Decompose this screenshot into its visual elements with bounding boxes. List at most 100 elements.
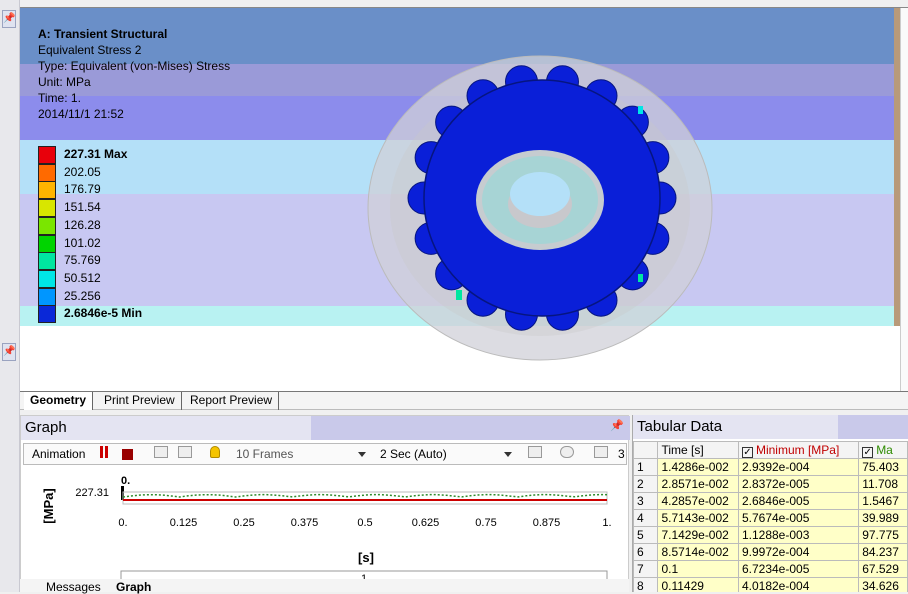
pin-icon[interactable]: 📌 [2,10,16,28]
legend-swatch [38,146,56,164]
table-cell[interactable]: 0.1 [657,560,739,578]
table-row[interactable]: 6 8.5714e-002 9.9972e-004 84.237 [633,543,908,561]
table-cell[interactable]: 34.626 [858,577,908,592]
legend-swatch [38,252,56,271]
frames-icon[interactable] [154,446,168,462]
table-cell[interactable]: 67.529 [858,560,908,578]
checkbox-minimum[interactable]: ✓ [741,446,753,458]
x-axis-label: [s] [358,550,374,565]
time-graph[interactable]: 0. [MPa] 227.31 0. 0.125 0.25 0.375 0.5 0.625… [21,466,630,586]
distributed-icon[interactable] [594,446,608,462]
table-cell[interactable]: 3 [633,492,659,510]
table-cell[interactable]: 0.11429 [657,577,739,592]
column-header-max[interactable]: ✓ Ma [858,441,908,459]
table-cell[interactable]: 5 [633,526,659,544]
table-cell[interactable]: 1.4286e-002 [657,458,739,476]
table-cell[interactable]: 5.7143e-002 [657,509,739,527]
table-cell[interactable]: 2 [633,475,659,493]
table-row[interactable]: 7 0.1 6.7234e-005 67.529 [633,560,908,578]
stop-button[interactable] [122,448,133,464]
table-cell[interactable]: 9.9972e-004 [737,543,860,561]
frames-dropdown-arrow-icon[interactable] [358,446,366,462]
table-row[interactable]: 3 4.2857e-002 2.6846e-005 1.5467 [633,492,908,510]
tab-report-preview[interactable]: Report Preview [184,392,280,410]
table-row[interactable]: 1 1.4286e-002 2.9392e-004 75.403 [633,458,908,476]
table-cell[interactable]: 8.5714e-002 [657,543,739,561]
tabular-panel-title: Tabular Data [637,418,723,435]
table-cell[interactable]: 39.989 [858,509,908,527]
table-cell[interactable]: 6 [633,543,659,561]
frames-alt-icon[interactable] [178,446,192,462]
x-tick-label: 0.75 [475,517,496,529]
duration-dropdown[interactable]: 2 Sec (Auto) [380,446,447,462]
table-corner [633,441,659,459]
column-header-time[interactable]: Time [s] [657,441,739,459]
legend-label: 176.79 [64,182,101,197]
result-unit: Unit: MPa [38,75,91,89]
x-tick-label: 0.875 [533,517,561,529]
table-cell[interactable]: 2.8571e-002 [657,475,739,493]
legend-swatch [38,305,56,324]
table-row[interactable]: 4 5.7143e-002 5.7674e-005 39.989 [633,509,908,527]
checkbox-max[interactable]: ✓ [862,446,874,458]
table-row[interactable]: 8 0.11429 4.0182e-004 34.626 [633,577,908,592]
view-tabs: Geometry Print Preview Report Preview [20,392,908,410]
table-cell[interactable]: 6.7234e-005 [737,560,860,578]
legend-swatch [38,234,56,253]
duration-value: 2 Sec (Auto) [380,447,447,461]
legend-label: 2.6846e-5 Min [64,306,143,321]
table-cell[interactable]: 5.7674e-005 [737,509,860,527]
legend-swatch [38,181,56,200]
x-tick-label: 0. [118,517,127,529]
toolbar-extra-value: 3 [618,447,625,461]
graph-panel-title: Graph [25,419,67,436]
graphics-viewport[interactable]: A: Transient Structural Equivalent Stres… [20,7,908,392]
pause-button[interactable] [100,446,110,462]
export-icon[interactable] [528,446,542,462]
series-line [122,493,608,498]
legend-label: 50.512 [64,270,101,285]
table-cell[interactable]: 11.708 [858,475,908,493]
frames-dropdown[interactable]: 10 Frames [236,446,293,462]
legend-label: 202.05 [64,164,101,179]
legend-swatch [38,163,56,182]
table-cell[interactable]: 7.1429e-002 [657,526,739,544]
left-dock-strip: 📌 📌 [0,0,20,592]
table-cell[interactable]: 75.403 [858,458,908,476]
table-cell[interactable]: 4 [633,509,659,527]
table-cell[interactable]: 8 [633,577,659,592]
table-cell[interactable]: 1 [633,458,659,476]
result-time: Time: 1. [38,91,81,105]
lightbulb-icon[interactable] [210,446,220,462]
result-type: Type: Equivalent (von-Mises) Stress [38,59,231,73]
table-cell[interactable]: 1.5467 [858,492,908,510]
result-timestamp: 2014/11/1 21:52 [38,107,124,121]
table-cell[interactable]: 2.6846e-005 [737,492,860,510]
legend-label: 126.28 [64,217,101,232]
table-cell[interactable]: 1.1288e-003 [737,526,860,544]
table-cell[interactable]: 2.8372e-005 [737,475,860,493]
table-cell[interactable]: 84.237 [858,543,908,561]
frames-value: 10 Frames [236,447,294,461]
result-name: Equivalent Stress 2 [38,43,142,57]
duration-dropdown-arrow-icon[interactable] [504,446,512,462]
legend-swatch [38,269,56,288]
legend-label: 151.54 [64,200,101,215]
graph-panel: Graph 📌 Animation 10 Frames 2 Sec (Auto)… [20,415,630,592]
table-cell[interactable]: 4.0182e-004 [737,577,860,592]
x-tick-label: 1. [602,517,611,529]
table-cell[interactable]: 4.2857e-002 [657,492,739,510]
x-tick-label: 0.125 [170,517,198,529]
table-row[interactable]: 2 2.8571e-002 2.8372e-005 11.708 [633,475,908,493]
tab-geometry[interactable]: Geometry [24,392,94,410]
tabular-data-table: Time [s] ✓ Minimum [MPa] ✓ Ma 1 1.4286e-002… [633,441,908,592]
pin-icon[interactable]: 📌 [2,343,16,361]
table-cell[interactable]: 97.775 [858,526,908,544]
table-cell[interactable]: 7 [633,560,659,578]
table-row[interactable]: 5 7.1429e-002 1.1288e-003 97.775 [633,526,908,544]
table-cell[interactable]: 2.9392e-004 [737,458,860,476]
pin-icon[interactable]: 📌 [610,419,624,432]
tab-print-preview[interactable]: Print Preview [98,392,182,410]
column-header-minimum[interactable]: ✓ Minimum [MPa] [737,441,860,459]
play-icon[interactable] [560,446,574,462]
